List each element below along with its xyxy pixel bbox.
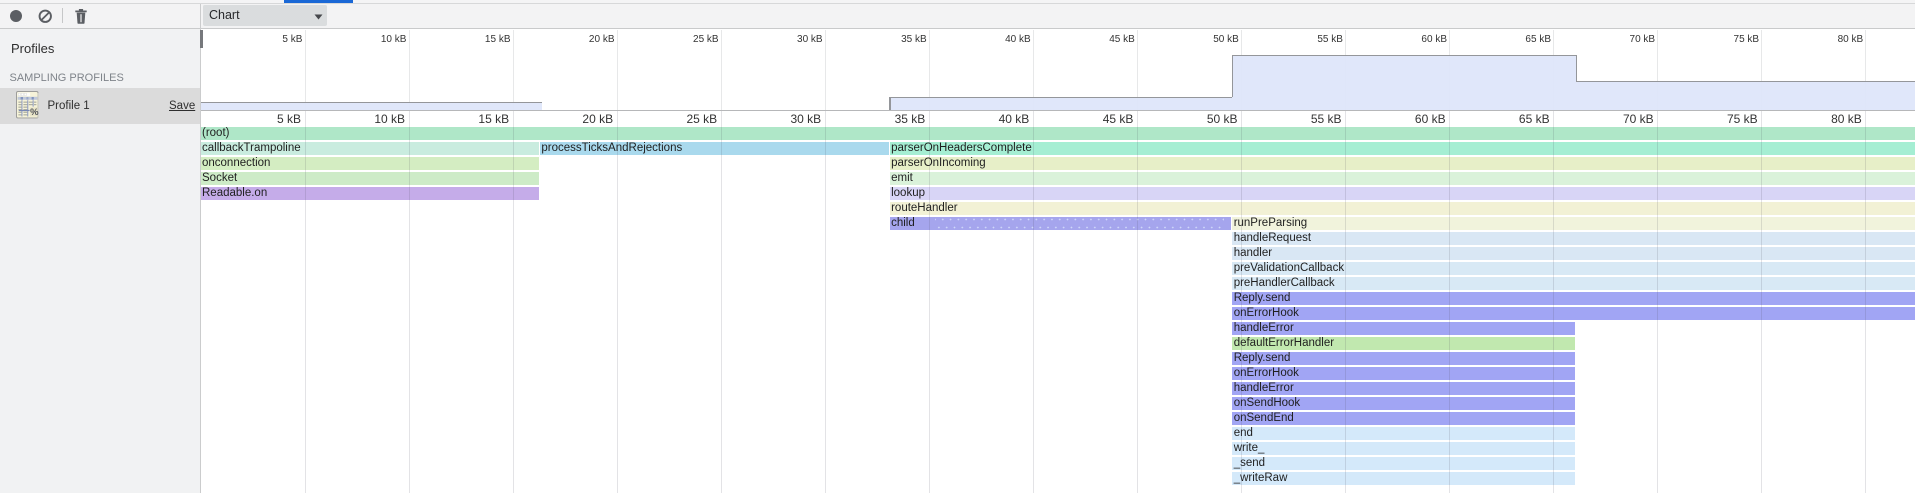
svg-text:%: % — [30, 107, 39, 118]
